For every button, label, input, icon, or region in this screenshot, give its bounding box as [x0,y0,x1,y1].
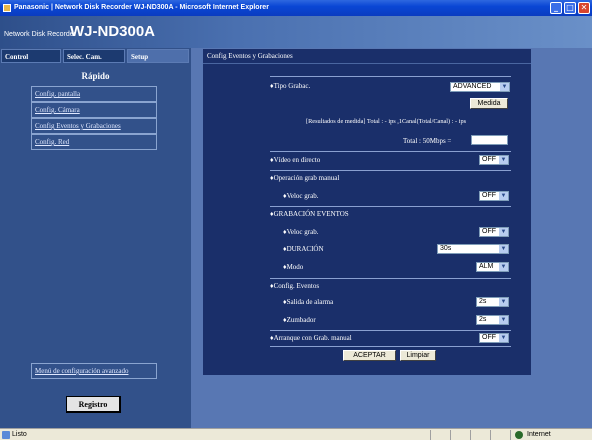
chevron-down-icon: ▼ [499,316,508,324]
tipo-grabac-label: ♦Tipo Grabac. [270,82,311,90]
app-header: Network Disk Recorder WJ-ND300A [0,16,592,48]
modo-select[interactable]: ALM ▼ [476,262,509,272]
chevron-down-icon: ▼ [499,228,508,236]
sidebar-item-config-camara[interactable]: Config. Cámara [31,102,157,118]
divider [450,430,451,440]
config-eventos-label: ♦Config. Eventos [270,282,320,290]
sidebar-item-config-red[interactable]: Config. Red [31,134,157,150]
chevron-down-icon: ▼ [499,334,508,342]
zumbador-value: 2s [479,316,487,323]
divider [430,430,431,440]
sidebar-item-config-eventos[interactable]: Config Eventos y Grabaciones [31,118,157,134]
status-text: Listo [12,431,27,438]
chevron-down-icon: ▼ [499,298,508,306]
divider [470,430,471,440]
globe-icon [515,431,523,439]
accept-button[interactable]: ACEPTAR [343,350,396,361]
divider [270,346,511,347]
video-directo-label: ♦Vídeo en directo [270,156,321,164]
divider [270,170,511,171]
maximize-button[interactable]: □ [564,2,576,14]
total-label: Total : 50Mbps = [403,137,452,145]
duracion-value: 30s [440,245,452,252]
duracion-label: ♦DURACIÓN [283,245,324,253]
arranque-manual-value: OFF [482,334,496,341]
zumbador-select[interactable]: 2s ▼ [476,315,509,325]
status-bar: Listo Internet [0,428,592,440]
salida-alarma-select[interactable]: 2s ▼ [476,297,509,307]
window-titlebar: Panasonic | Network Disk Recorder WJ-ND3… [0,0,592,16]
divider [490,430,491,440]
chevron-down-icon: ▼ [499,156,508,164]
tab-control[interactable]: Control [1,49,61,63]
divider [270,76,511,77]
page-title: Config Eventos y Grabaciones [203,49,531,64]
video-directo-select[interactable]: OFF ▼ [479,155,509,165]
video-directo-value: OFF [482,156,496,163]
divider [270,278,511,279]
veloc-grab-eventos-select[interactable]: OFF ▼ [479,227,509,237]
modo-value: ALM [479,263,494,270]
clear-button[interactable]: Limpiar [400,350,436,361]
salida-alarma-label: ♦Salida de alarma [283,298,334,306]
chevron-down-icon: ▼ [500,83,509,91]
brand-subtitle: Network Disk Recorder [4,31,76,38]
sidebar-item-config-pantalla[interactable]: Config. pantalla [31,86,157,102]
tab-setup[interactable]: Setup [127,49,189,63]
veloc-grab-manual-label: ♦Veloc grab. [283,192,319,200]
divider [270,151,511,152]
arranque-manual-select[interactable]: OFF ▼ [479,333,509,343]
divider [270,330,511,331]
chevron-down-icon: ▼ [499,263,508,271]
advanced-config-link[interactable]: Menú de configuración avanzado [31,363,157,379]
chevron-down-icon: ▼ [499,192,508,200]
tipo-grabac-value: ADVANCED [453,83,492,90]
tipo-grabac-select[interactable]: ADVANCED ▼ [450,82,510,92]
divider [270,206,511,207]
close-button[interactable]: ✕ [578,2,590,14]
veloc-grab-manual-select[interactable]: OFF ▼ [479,191,509,201]
duracion-select[interactable]: 30s ▼ [437,244,509,254]
veloc-grab-eventos-label: ♦Veloc grab. [283,228,319,236]
minimize-button[interactable]: _ [550,2,562,14]
brand-model: WJ-ND300A [70,23,156,40]
modo-label: ♦Modo [283,263,304,271]
divider [510,430,511,440]
zone-text: Internet [527,431,551,438]
login-button[interactable]: Registro [66,396,121,413]
window-title: Panasonic | Network Disk Recorder WJ-ND3… [14,4,269,11]
ie-app-icon [3,4,11,12]
veloc-grab-eventos-value: OFF [482,228,496,235]
tab-selec-cam[interactable]: Selec. Cam. [63,49,125,63]
operacion-manual-label: ♦Operación grab manual [270,174,340,182]
total-input[interactable] [471,135,508,145]
salida-alarma-value: 2s [479,298,487,305]
grabacion-eventos-label: ♦GRABACIÓN EVENTOS [270,210,349,218]
zumbador-label: ♦Zumbador [283,316,316,324]
chevron-down-icon: ▼ [499,245,508,253]
medida-button[interactable]: Medida [470,98,508,109]
sidebar-section-title: Rápido [81,71,110,81]
ie-page-icon [2,431,10,439]
arranque-manual-label: ♦Arranque con Grab. manual [270,334,352,342]
resultados-text: [Resultados de medida] Total : - ips ,1C… [306,118,467,125]
veloc-grab-manual-value: OFF [482,192,496,199]
